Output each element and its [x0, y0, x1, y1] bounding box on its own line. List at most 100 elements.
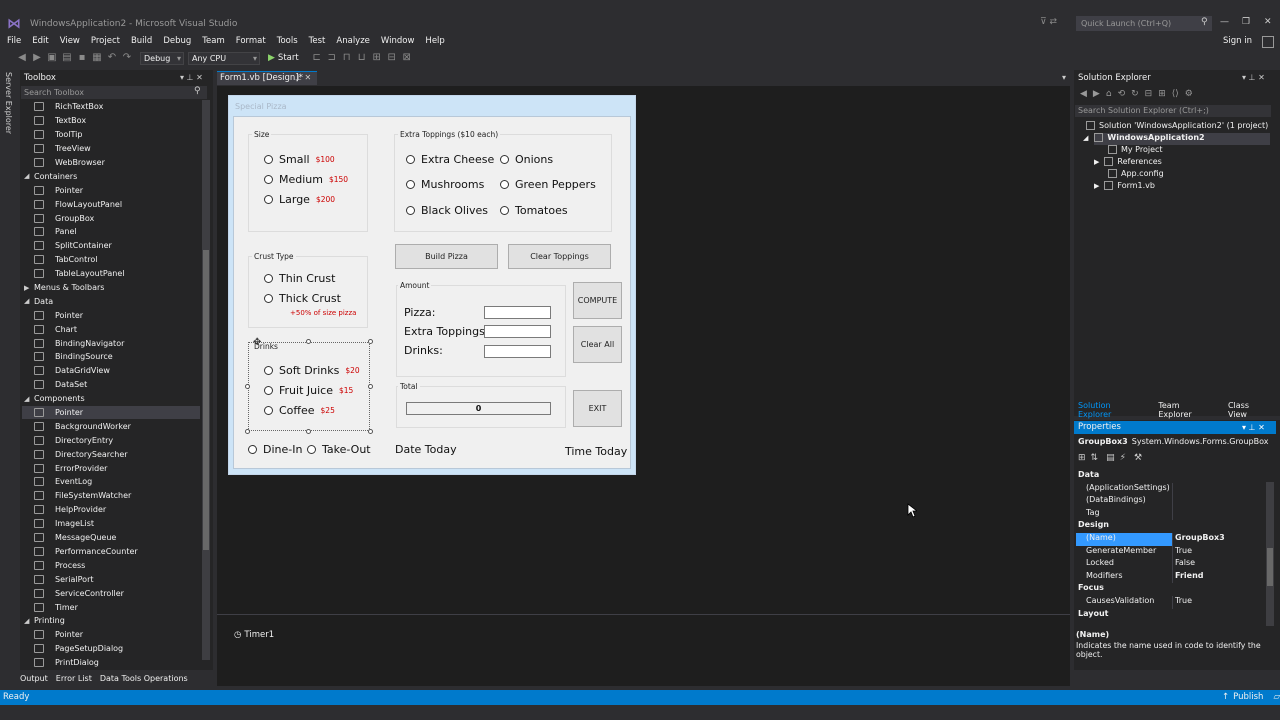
- maximize-button[interactable]: ❐: [1242, 17, 1250, 27]
- toolbox-item[interactable]: EventLog: [22, 475, 200, 489]
- property-value[interactable]: False: [1172, 558, 1265, 571]
- toolbox-category[interactable]: ◢ Containers: [22, 169, 200, 183]
- toolbox-item[interactable]: FileSystemWatcher: [22, 489, 200, 503]
- toolbox-item[interactable]: GroupBox: [22, 211, 200, 225]
- solution-node[interactable]: Solution 'WindowsApplication2' (1 projec…: [1086, 121, 1268, 130]
- selection-handle[interactable]: [368, 339, 373, 344]
- layout-align-left-icon[interactable]: ⊏: [311, 52, 323, 64]
- toolbox-item[interactable]: HelpProvider: [22, 503, 200, 517]
- sign-in-link[interactable]: Sign in: [1223, 36, 1252, 46]
- properties-scroll-thumb[interactable]: [1267, 548, 1273, 586]
- toolbox-category[interactable]: ▶ Menus & Toolbars: [22, 281, 200, 295]
- property-value[interactable]: GroupBox3: [1172, 533, 1265, 546]
- tab-class-view[interactable]: Class View: [1224, 401, 1272, 419]
- selection-handle[interactable]: [368, 429, 373, 434]
- layout-order-icon[interactable]: ⊠: [401, 52, 413, 64]
- undo-icon[interactable]: ↶: [106, 52, 118, 64]
- property-category[interactable]: Layout: [1076, 609, 1265, 622]
- pizza-amount-textbox[interactable]: [484, 306, 551, 319]
- property-value[interactable]: Friend: [1172, 570, 1265, 584]
- toolbox-item[interactable]: RichTextBox: [22, 100, 200, 114]
- code-icon[interactable]: ⟨⟩: [1172, 89, 1179, 99]
- menu-analyze[interactable]: Analyze: [336, 36, 370, 46]
- take-out-radio[interactable]: Take-Out: [307, 443, 371, 456]
- mushrooms-radio[interactable]: Mushrooms: [406, 178, 484, 191]
- menu-tools[interactable]: Tools: [277, 36, 298, 46]
- toolbox-item[interactable]: Process: [22, 558, 200, 572]
- toolbox-item[interactable]: BindingSource: [22, 350, 200, 364]
- toolbox-pin-icon[interactable]: ▾ ⊥ ✕: [180, 73, 203, 82]
- property-pages-icon[interactable]: ⚒: [1134, 453, 1142, 463]
- toolbox-item[interactable]: FlowLayoutPanel: [22, 197, 200, 211]
- back-icon[interactable]: ◀: [16, 52, 28, 64]
- toolbox-item[interactable]: BindingNavigator: [22, 336, 200, 350]
- open-file-icon[interactable]: ▤: [61, 52, 73, 64]
- toolbox-category[interactable]: ◢ Printing: [22, 614, 200, 628]
- toolbox-item[interactable]: Panel: [22, 225, 200, 239]
- toolbox-item[interactable]: PerformanceCounter: [22, 545, 200, 559]
- properties-icon[interactable]: ⚙: [1185, 89, 1193, 99]
- properties-icon[interactable]: ▤: [1106, 453, 1115, 463]
- menu-edit[interactable]: Edit: [32, 36, 48, 46]
- menu-window[interactable]: Window: [381, 36, 415, 46]
- build-pizza-button[interactable]: Build Pizza: [395, 244, 498, 269]
- forward-icon[interactable]: ▶: [31, 52, 43, 64]
- layout-align-top-icon[interactable]: ⊓: [341, 52, 353, 64]
- close-tab-icon[interactable]: ⊥ ✕: [295, 73, 311, 82]
- solution-search-input[interactable]: Search Solution Explorer (Ctrl+;): [1075, 105, 1271, 117]
- toolbox-item[interactable]: Pointer: [22, 628, 200, 642]
- selection-handle[interactable]: [306, 339, 311, 344]
- move-handle-icon[interactable]: ✥: [253, 337, 261, 348]
- toolbox-category[interactable]: ◢ Data: [22, 294, 200, 308]
- platform-combo[interactable]: Any CPU: [188, 51, 260, 65]
- save-all-icon[interactable]: ▦: [91, 52, 103, 64]
- selection-handle[interactable]: [245, 384, 250, 389]
- toolbox-item[interactable]: Pointer: [22, 308, 200, 322]
- tab-output[interactable]: Output: [20, 674, 48, 683]
- onions-radio[interactable]: Onions: [500, 153, 553, 166]
- size-small-radio[interactable]: Small $100: [264, 153, 335, 166]
- size-medium-radio[interactable]: Medium $150: [264, 173, 348, 186]
- green-peppers-radio[interactable]: Green Peppers: [500, 178, 596, 191]
- publish-button[interactable]: ↑ Publish ▱: [1222, 692, 1280, 702]
- tomatoes-radio[interactable]: Tomatoes: [500, 204, 568, 217]
- property-row[interactable]: GenerateMember True: [1076, 545, 1265, 559]
- app-config-node[interactable]: App.config: [1108, 169, 1164, 178]
- menu-debug[interactable]: Debug: [163, 36, 191, 46]
- toolbox-item[interactable]: BackgroundWorker: [22, 419, 200, 433]
- tab-team-explorer[interactable]: Team Explorer: [1154, 401, 1216, 419]
- soft-drinks-radio[interactable]: Soft Drinks $20: [264, 364, 360, 377]
- thick-crust-radio[interactable]: Thick Crust: [264, 292, 341, 305]
- property-value[interactable]: True: [1172, 545, 1265, 559]
- search-icon[interactable]: ⚲: [1201, 17, 1208, 27]
- menu-format[interactable]: Format: [236, 36, 266, 46]
- property-value[interactable]: [1172, 495, 1265, 508]
- extra-cheese-radio[interactable]: Extra Cheese: [406, 153, 494, 166]
- dine-in-radio[interactable]: Dine-In: [248, 443, 302, 456]
- collapse-icon[interactable]: ⊟: [1145, 89, 1153, 99]
- size-large-radio[interactable]: Large $200: [264, 193, 335, 206]
- compute-button[interactable]: COMPUTE: [573, 282, 622, 319]
- configuration-combo[interactable]: Debug: [140, 51, 184, 65]
- toppings-amount-textbox[interactable]: [484, 325, 551, 338]
- thin-crust-radio[interactable]: Thin Crust: [264, 272, 335, 285]
- property-row[interactable]: (DataBindings): [1076, 495, 1265, 508]
- toolbox-item[interactable]: DirectoryEntry: [22, 433, 200, 447]
- close-button[interactable]: ✕: [1264, 17, 1272, 27]
- tab-data-tools-operations[interactable]: Data Tools Operations: [100, 674, 188, 683]
- toolbox-category[interactable]: ◢ Components: [22, 392, 200, 406]
- events-icon[interactable]: ⚡: [1120, 453, 1126, 463]
- property-row[interactable]: Modifiers Friend: [1076, 570, 1265, 584]
- toolbox-item[interactable]: DataSet: [22, 378, 200, 392]
- property-value[interactable]: [1172, 482, 1265, 496]
- forward-icon[interactable]: ▶: [1093, 89, 1100, 99]
- save-icon[interactable]: ▪: [76, 52, 88, 64]
- layout-align-middle-icon[interactable]: ⊔: [356, 52, 368, 64]
- layout-spacing-icon[interactable]: ⊞: [371, 52, 383, 64]
- server-explorer-tab[interactable]: Server Explorer: [4, 72, 13, 134]
- fruit-juice-radio[interactable]: Fruit Juice $15: [264, 384, 353, 397]
- property-row[interactable]: Locked False: [1076, 558, 1265, 571]
- menu-project[interactable]: Project: [91, 36, 120, 46]
- toolbox-scroll-thumb[interactable]: [203, 250, 209, 550]
- toolbox-item[interactable]: ToolTip: [22, 128, 200, 142]
